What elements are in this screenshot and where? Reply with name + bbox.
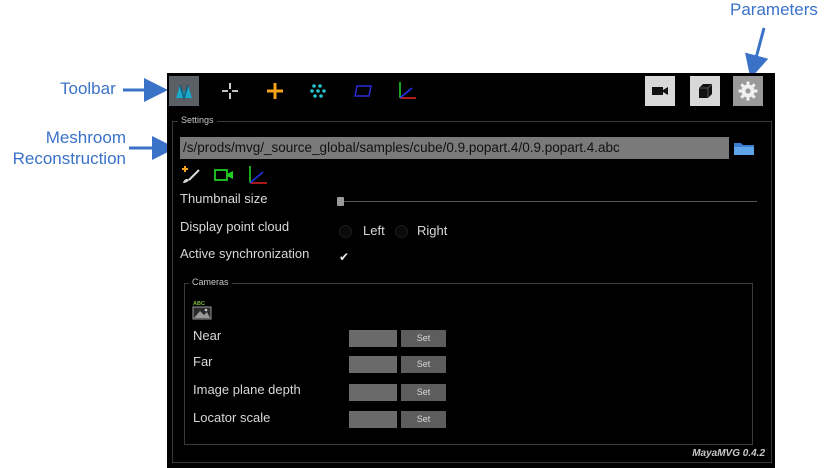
version-label: MayaMVG 0.4.2 xyxy=(692,448,765,459)
near-input[interactable] xyxy=(349,330,397,347)
left-radio-label: Left xyxy=(363,223,385,238)
image-plane-depth-input[interactable] xyxy=(349,384,397,401)
cube-view-button[interactable] xyxy=(690,76,720,106)
camera-icon xyxy=(652,87,668,95)
image-plane-depth-label: Image plane depth xyxy=(193,382,301,397)
active-synchronization-checkbox[interactable]: ✔ xyxy=(337,250,351,264)
parameters-button[interactable] xyxy=(733,76,763,106)
folder-icon xyxy=(734,143,754,155)
axis-tool[interactable] xyxy=(247,164,269,186)
crosshair-button[interactable] xyxy=(215,76,245,106)
far-set-button[interactable]: Set xyxy=(401,356,446,373)
meshroom-button[interactable] xyxy=(169,76,199,106)
mayamvg-panel: Settings /s/prods/mvg/_source_global/sam… xyxy=(167,73,775,468)
camera-tool[interactable] xyxy=(213,167,237,183)
browse-folder-button[interactable] xyxy=(733,139,755,157)
image-plane-depth-set-button[interactable]: Set xyxy=(401,384,446,401)
far-label: Far xyxy=(193,354,213,369)
brush-plus-icon xyxy=(182,166,200,183)
project-path-input[interactable]: /s/prods/mvg/_source_global/samples/cube… xyxy=(180,137,729,159)
axis-small-icon xyxy=(249,166,267,184)
image-thumbnail-icon: ABC xyxy=(192,301,212,320)
near-set-button[interactable]: Set xyxy=(401,330,446,347)
right-radio[interactable] xyxy=(395,225,408,238)
svg-text:ABC: ABC xyxy=(193,301,205,307)
far-input[interactable] xyxy=(349,356,397,373)
image-plane-icon xyxy=(354,85,372,97)
point-cloud-button[interactable] xyxy=(303,76,333,106)
camera-view-button[interactable] xyxy=(645,76,675,106)
right-radio-label: Right xyxy=(417,223,448,238)
locator-scale-input[interactable] xyxy=(349,411,397,428)
thumbnail-size-slider[interactable] xyxy=(339,201,757,202)
cameras-title: Cameras xyxy=(189,277,232,287)
axis-icon xyxy=(399,82,416,99)
locator-scale-label: Locator scale xyxy=(193,410,271,425)
plus-locator-icon xyxy=(267,83,283,99)
thumbnail-size-slider-handle[interactable] xyxy=(337,197,344,206)
point-cloud-icon xyxy=(310,84,326,98)
near-label: Near xyxy=(193,328,222,343)
meshroom-annotation-line2: Reconstruction xyxy=(12,149,126,168)
meshroom-annotation: Meshroom Reconstruction xyxy=(0,127,126,169)
display-point-cloud-label: Display point cloud xyxy=(180,219,290,234)
gear-icon xyxy=(738,81,758,101)
add-locator-tool[interactable] xyxy=(180,165,202,185)
plus-locator-button[interactable] xyxy=(260,76,290,106)
axis-button[interactable] xyxy=(392,76,422,106)
crosshair-icon xyxy=(222,83,238,99)
meshroom-annotation-line1: Meshroom xyxy=(45,128,126,147)
camera-thumbnail-toggle[interactable]: ABC xyxy=(192,299,214,321)
locator-scale-set-button[interactable]: Set xyxy=(401,411,446,428)
meshroom-logo-icon xyxy=(176,84,192,101)
thumbnail-size-label: Thumbnail size xyxy=(180,191,268,206)
cube-icon xyxy=(699,83,713,98)
left-radio[interactable] xyxy=(339,225,352,238)
active-synchronization-label: Active synchronization xyxy=(180,246,310,261)
green-camera-icon xyxy=(214,169,233,181)
image-plane-button[interactable] xyxy=(348,76,378,106)
toolbar xyxy=(167,73,775,108)
settings-title: Settings xyxy=(178,115,217,125)
parameters-annotation: Parameters xyxy=(730,0,818,19)
parameters-arrow xyxy=(745,27,769,79)
toolbar-annotation: Toolbar xyxy=(60,79,116,98)
